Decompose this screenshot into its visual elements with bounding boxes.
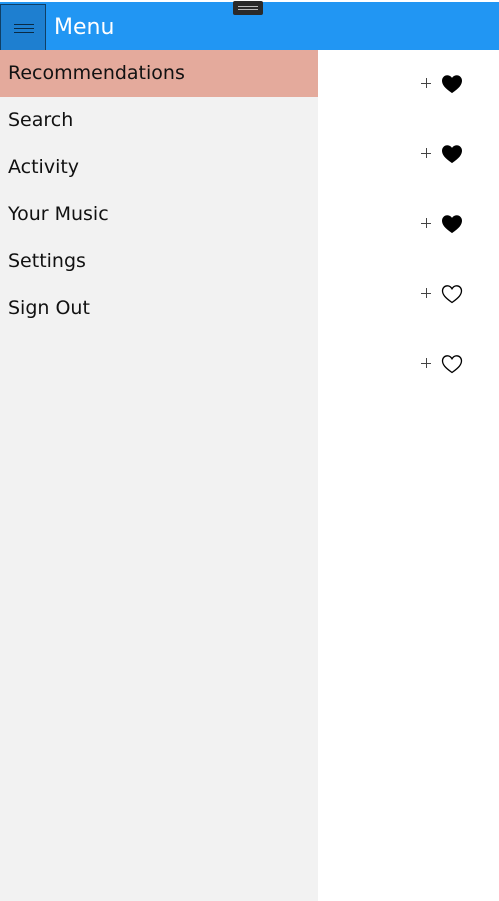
app-window: Menu Recommendations Search Activity You… (0, 0, 499, 901)
menu-title: Menu (54, 15, 115, 40)
nav-item-recommendations[interactable]: Recommendations (0, 50, 318, 97)
heart-outline-icon[interactable] (441, 284, 463, 304)
list-item (418, 283, 468, 307)
list-item (418, 73, 468, 97)
hamburger-icon (14, 24, 34, 34)
heart-outline-icon[interactable] (441, 354, 463, 374)
nav-item-settings[interactable]: Settings (0, 238, 318, 285)
plus-icon[interactable] (418, 216, 434, 232)
plus-icon[interactable] (418, 286, 434, 302)
nav-item-activity[interactable]: Activity (0, 144, 318, 191)
nav-item-search[interactable]: Search (0, 97, 318, 144)
heart-filled-icon[interactable] (441, 214, 463, 234)
heart-filled-icon[interactable] (441, 74, 463, 94)
heart-filled-icon[interactable] (441, 144, 463, 164)
plus-icon[interactable] (418, 146, 434, 162)
list-item (418, 353, 468, 377)
hamburger-menu-button[interactable] (0, 4, 46, 52)
plus-icon[interactable] (418, 356, 434, 372)
nav-item-your-music[interactable]: Your Music (0, 191, 318, 238)
content-area (318, 50, 499, 901)
navigation-pane: Recommendations Search Activity Your Mus… (0, 50, 318, 901)
list-item (418, 143, 468, 167)
nav-item-sign-out[interactable]: Sign Out (0, 285, 318, 332)
window-drag-handle[interactable] (233, 1, 263, 15)
list-item (418, 213, 468, 237)
plus-icon[interactable] (418, 76, 434, 92)
